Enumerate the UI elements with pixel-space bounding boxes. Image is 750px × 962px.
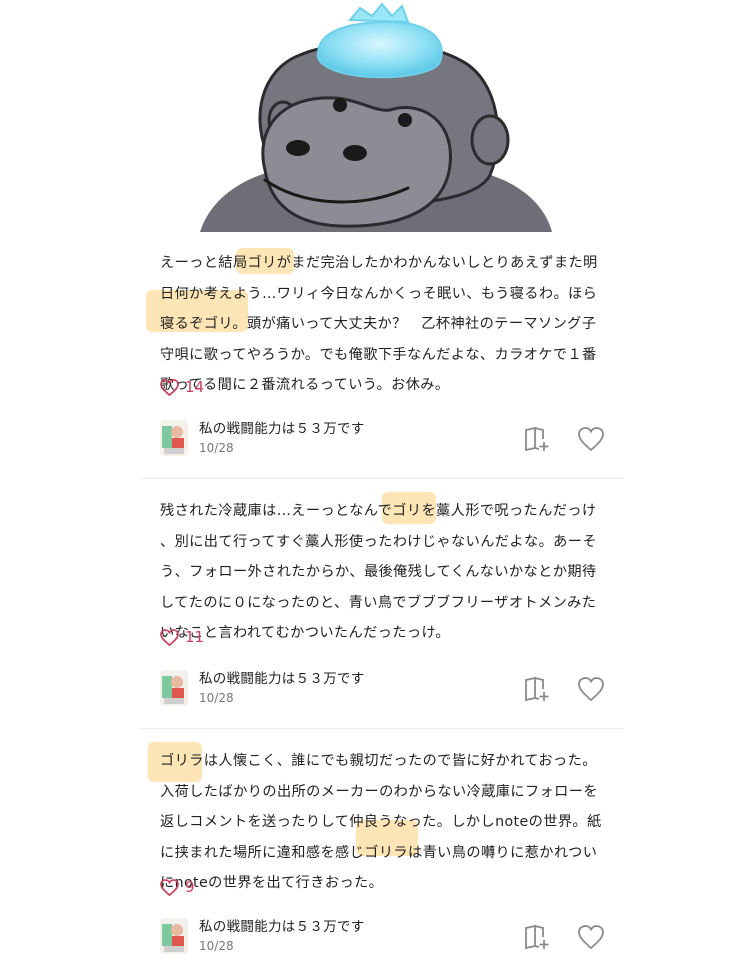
comment-line: 歌ってる間に２番流れるっていう。お休み。 xyxy=(160,377,450,393)
author-name[interactable]: 私の戦闘能力は５３万です xyxy=(199,918,365,936)
avatar[interactable] xyxy=(160,918,188,954)
comment-author[interactable]: 私の戦闘能力は５３万です 10/28 xyxy=(160,918,365,956)
magazine-add-icon xyxy=(525,924,549,950)
author-meta: 私の戦闘能力は５３万です 10/28 xyxy=(199,918,365,956)
magazine-add-icon xyxy=(525,676,549,702)
comment-actions xyxy=(522,674,606,704)
comment-line: ゴリラは人懐こく、誰にでも親切だったので皆に好かれておった。 xyxy=(160,753,597,769)
heart-icon xyxy=(578,427,604,452)
comment-line: いなこと言われてむかついたんだったっけ。 xyxy=(160,625,450,641)
comment-line: 返しコメントを送ったりして仲良うなった。しかしnoteの世界。紙 xyxy=(160,814,602,830)
comment-line: う、フォロー外されたからか、最後俺残してくんないかなとか期待 xyxy=(160,564,597,580)
comment-line: 日何か考えよう…ワリィ今日なんかくっそ眠い、もう寝るわ。ほら xyxy=(160,285,598,302)
like-count-value: 9 xyxy=(185,878,195,896)
like-count-value: 14 xyxy=(185,378,205,396)
add-to-magazine-button[interactable] xyxy=(522,674,552,704)
magazine-add-icon xyxy=(525,426,549,452)
author-meta: 私の戦闘能力は５３万です 10/28 xyxy=(199,420,365,458)
like-count-value: 11 xyxy=(185,628,205,646)
heart-icon xyxy=(160,878,179,896)
heart-icon xyxy=(578,677,604,702)
comment-text: 残された冷蔵庫は…えーっとなんでゴリを藁人形で呪ったんだっけ 、別に出て行ってす… xyxy=(160,496,615,649)
divider xyxy=(140,728,624,729)
comment-line: 残された冷蔵庫は…えーっとなんでゴリを藁人形で呪ったんだっけ xyxy=(160,503,597,519)
avatar[interactable] xyxy=(160,670,188,706)
gorilla-ice-pack-illustration xyxy=(200,2,552,232)
heart-icon xyxy=(160,628,179,646)
add-to-magazine-button[interactable] xyxy=(522,424,552,454)
comment-card: えーっと結局ゴリがまだ完治したかわかんないしとりあえずまた明 日何か考えよう…ワ… xyxy=(0,232,750,476)
like-count[interactable]: 9 xyxy=(160,878,195,896)
like-count[interactable]: 11 xyxy=(160,628,204,646)
author-meta: 私の戦闘能力は５３万です 10/28 xyxy=(199,670,365,708)
like-count[interactable]: 14 xyxy=(160,378,204,396)
comment-line: えーっと結局ゴリがまだ完治したかわかんないしとりあえずまた明 xyxy=(160,255,598,271)
comment-date: 10/28 xyxy=(199,939,234,953)
comment-card: ゴリラは人懐こく、誰にでも親切だったので皆に好かれておった。 入荷したばかりの出… xyxy=(0,732,750,962)
comment-date: 10/28 xyxy=(199,441,234,455)
comment-actions xyxy=(522,424,606,454)
comment-line: 、別に出て行ってすぐ藁人形使ったわけじゃないんだよな。あーそ xyxy=(160,533,597,550)
comment-line: 守唄に歌ってやろうか。でも俺歌下手なんだよな、カラオケで１番 xyxy=(160,346,597,363)
avatar[interactable] xyxy=(160,420,188,456)
comment-line: してたのに０になったのと、青い鳥でブブブフリーザオトメンみた xyxy=(160,594,597,611)
comment-line: にnoteの世界を出て行きおった。 xyxy=(160,875,384,891)
comment-line: 寝るぞゴリ。頭が痛いって大丈夫か？ 乙杯神社のテーマソング子 xyxy=(160,316,597,332)
comment-line: 入荷したばかりの出所のメーカーのわからない冷蔵庫にフォローを xyxy=(160,783,598,800)
comment-date: 10/28 xyxy=(199,691,234,705)
header-illustration xyxy=(0,0,750,232)
like-button[interactable] xyxy=(576,922,606,952)
comment-card: 残された冷蔵庫は…えーっとなんでゴリを藁人形で呪ったんだっけ 、別に出て行ってす… xyxy=(0,482,750,726)
add-to-magazine-button[interactable] xyxy=(522,922,552,952)
like-button[interactable] xyxy=(576,424,606,454)
like-button[interactable] xyxy=(576,674,606,704)
comment-actions xyxy=(522,922,606,952)
author-name[interactable]: 私の戦闘能力は５３万です xyxy=(199,670,365,688)
divider xyxy=(140,478,624,479)
comment-text: ゴリラは人懐こく、誰にでも親切だったので皆に好かれておった。 入荷したばかりの出… xyxy=(160,746,615,899)
comment-line: に挟まれた場所に違和感を感じゴリラは青い鳥の囀りに惹かれつい xyxy=(160,844,598,861)
author-name[interactable]: 私の戦闘能力は５３万です xyxy=(199,420,365,438)
comment-author[interactable]: 私の戦闘能力は５３万です 10/28 xyxy=(160,670,365,708)
heart-icon xyxy=(160,378,179,396)
comment-text: えーっと結局ゴリがまだ完治したかわかんないしとりあえずまた明 日何か考えよう…ワ… xyxy=(160,248,615,401)
comment-author[interactable]: 私の戦闘能力は５３万です 10/28 xyxy=(160,420,365,458)
heart-icon xyxy=(578,925,604,950)
